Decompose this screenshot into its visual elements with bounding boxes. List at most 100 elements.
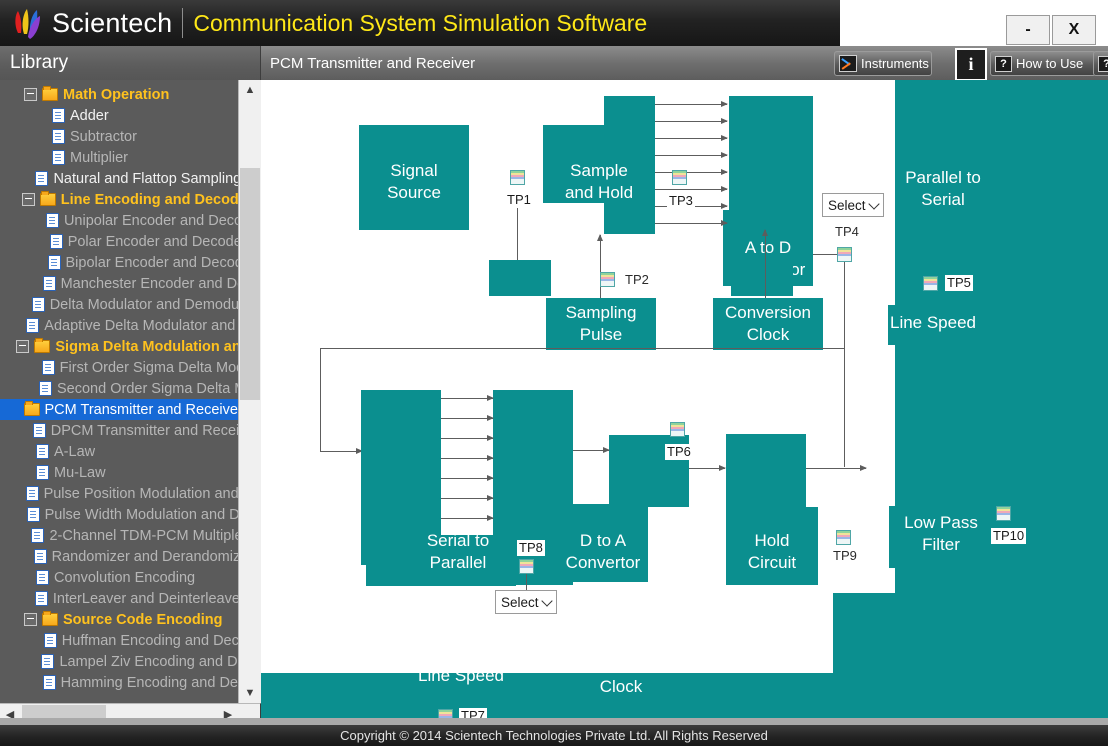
library-tree-panel[interactable]: Math Operation Adder Subtractor Multiplier N… (0, 80, 261, 703)
tree-expander-minus-icon[interactable] (24, 613, 37, 626)
tree-item-a-law[interactable]: A-Law (0, 441, 238, 462)
tree-item-label: Randomizer and Derandomizer (51, 548, 238, 565)
tp6-icon[interactable] (670, 422, 685, 437)
tp2-icon[interactable] (600, 272, 615, 287)
tp9-icon[interactable] (836, 530, 851, 545)
sampling-pulse-top-box[interactable] (489, 260, 551, 296)
serial-to-parallel-select[interactable]: Select (495, 590, 557, 614)
library-tree[interactable]: Math Operation Adder Subtractor Multiplier N… (0, 84, 238, 699)
tree-item-source-code-encoding[interactable]: Source Code Encoding (0, 609, 238, 630)
tree-item-convolution-encoding[interactable]: Convolution Encoding (0, 567, 238, 588)
question-mark-icon-2: ? (1098, 55, 1108, 72)
tree-item-interleaver-and-deinterleaver[interactable]: InterLeaver and Deinterleaver (0, 588, 238, 609)
tree-item-randomizer-and-derandomizer[interactable]: Randomizer and Derandomizer (0, 546, 238, 567)
lower-bus-arrow-1 (441, 393, 494, 403)
tp4-icon[interactable] (837, 247, 852, 262)
tree-item-polar-encoder-and-decoder[interactable]: Polar Encoder and Decoder (0, 231, 238, 252)
tp10-icon[interactable] (996, 506, 1011, 521)
tree-item-label: Lampel Ziv Encoding and Decoding (59, 653, 238, 670)
a-to-d-top-extension[interactable] (729, 96, 813, 210)
tree-item-label: Polar Encoder and Decoder (67, 233, 238, 250)
library-title: Library (10, 52, 69, 73)
tree-expander-minus-icon[interactable] (21, 193, 35, 206)
document-icon (47, 255, 61, 270)
library-vertical-scrollbar[interactable]: ▲ ▼ (238, 80, 261, 703)
help-button-secondary[interactable]: ? H (1093, 51, 1108, 76)
tp8-icon[interactable] (519, 559, 534, 574)
signal-source-bottom-extension[interactable] (359, 202, 469, 230)
low-pass-filter-label: Low Pass Filter (904, 513, 978, 554)
sample-and-hold-top-extension[interactable] (604, 96, 655, 126)
document-icon (43, 633, 57, 648)
tree-item-lampel-ziv-encoding-and-decoding[interactable]: Lampel Ziv Encoding and Decoding (0, 651, 238, 672)
tree-item-label: Adaptive Delta Modulator and Demodulator (44, 317, 238, 334)
tree-item-manchester-encoder-and-decoder[interactable]: Manchester Encoder and Decoder (0, 273, 238, 294)
tree-item-label: Bipolar Encoder and Decoder (65, 254, 238, 271)
tree-item-unipolar-encoder-and-decoder[interactable]: Unipolar Encoder and Decoder (0, 210, 238, 231)
tree-item-label: 2-Channel TDM-PCM Multiplexing (49, 527, 238, 544)
brand-divider (182, 8, 184, 38)
tree-item-math-operation[interactable]: Math Operation (0, 84, 238, 105)
bus-arrow-1 (655, 99, 728, 109)
tp7-label: TP7 (459, 708, 487, 718)
tree-item-pulse-position-modulation-and-demodulation[interactable]: Pulse Position Modulation and Demodulati… (0, 483, 238, 504)
tp4-connector-h (813, 254, 840, 256)
document-icon (52, 129, 65, 144)
minimize-button[interactable]: - (1006, 15, 1050, 45)
info-button[interactable]: i (955, 48, 987, 81)
hold-circuit-label: Hold Circuit (747, 531, 797, 572)
how-to-use-button[interactable]: ? How to Use (990, 51, 1096, 76)
bus-arrow-2 (655, 116, 728, 126)
document-icon (42, 675, 56, 690)
tree-item-label: Convolution Encoding (54, 569, 196, 586)
library-header: Library (0, 46, 261, 80)
tree-item-label: Natural and Flattop Sampling (53, 170, 238, 187)
tree-item-second-order-sigma-delta-modulation[interactable]: Second Order Sigma Delta Modulation (0, 378, 238, 399)
tree-expander-minus-icon[interactable] (24, 88, 37, 101)
tree-item-line-encoding-and-decoding[interactable]: Line Encoding and Decoding (0, 189, 238, 210)
tree-item-adder[interactable]: Adder (0, 105, 238, 126)
tree-item-delta-modulator-and-demodulator[interactable]: Delta Modulator and Demodulator (0, 294, 238, 315)
tp7-icon[interactable] (438, 709, 453, 718)
tree-item-hamming-encoding-and-decoding[interactable]: Hamming Encoding and Decoding (0, 672, 238, 693)
tree-item-natural-and-flattop-sampling[interactable]: Natural and Flattop Sampling (0, 168, 238, 189)
chevron-up-icon[interactable]: ▲ (239, 80, 261, 100)
tp10-label: TP10 (991, 528, 1027, 544)
tree-item-pcm-transmitter-and-receiver[interactable]: PCM Transmitter and Receiver (0, 399, 238, 420)
tree-item-label: Hamming Encoding and Decoding (60, 674, 238, 691)
scrollbar-thumb-vertical[interactable] (240, 168, 260, 400)
tree-item-pulse-width-modulation-and-demodulation[interactable]: Pulse Width Modulation and Demodulation (0, 504, 238, 525)
tree-item-2-channel-tdm-pcm-multiplexing[interactable]: 2-Channel TDM-PCM Multiplexing (0, 525, 238, 546)
chevron-down-icon[interactable]: ▼ (239, 683, 261, 703)
hold-circuit-top-box[interactable] (726, 434, 806, 508)
tree-item-sigma-delta-modulation-and-demodulation[interactable]: Sigma Delta Modulation and Demodulation (0, 336, 238, 357)
tree-item-subtractor[interactable]: Subtractor (0, 126, 238, 147)
close-button[interactable]: X (1052, 15, 1096, 45)
sample-and-hold-bottom-extension[interactable] (604, 202, 655, 234)
tree-item-multiplier[interactable]: Multiplier (0, 147, 238, 168)
title-bar: Scientech Communication System Simulatio… (0, 0, 840, 46)
tp5-icon[interactable] (923, 276, 938, 291)
conversion-clock-label: Conversion Clock (725, 303, 811, 344)
hold-to-lpf-arrow (806, 463, 867, 473)
tree-item-label: Huffman Encoding and Decoding (61, 632, 238, 649)
tree-item-label: Adder (70, 107, 109, 124)
document-title: PCM Transmitter and Receiver (270, 54, 476, 72)
tree-item-mu-law[interactable]: Mu-Law (0, 462, 238, 483)
tree-item-bipolar-encoder-and-decoder[interactable]: Bipolar Encoder and Decoder (0, 252, 238, 273)
tree-expander-minus-icon[interactable] (16, 340, 30, 353)
bus-arrow-3 (655, 133, 728, 143)
footer-bar: Copyright © 2014 Scientech Technologies … (0, 725, 1108, 746)
conversion-clock-top-box[interactable] (731, 260, 793, 296)
tree-item-adaptive-delta-modulator-and-demodulator[interactable]: Adaptive Delta Modulator and Demodulator (0, 315, 238, 336)
lower-bus-arrow-4 (441, 453, 494, 463)
tp6-label: TP6 (665, 444, 693, 460)
tp3-icon[interactable] (672, 170, 687, 185)
instruments-button[interactable]: Instruments (834, 51, 932, 76)
document-icon (45, 213, 59, 228)
tree-item-huffman-encoding-and-decoding[interactable]: Huffman Encoding and Decoding (0, 630, 238, 651)
instruments-icon (839, 55, 857, 72)
tree-item-dpcm-transmitter-and-receiver[interactable]: DPCM Transmitter and Receiver (0, 420, 238, 441)
tree-item-first-order-sigma-delta-modulation[interactable]: First Order Sigma Delta Modulation (0, 357, 238, 378)
tp1-icon[interactable] (510, 170, 525, 185)
